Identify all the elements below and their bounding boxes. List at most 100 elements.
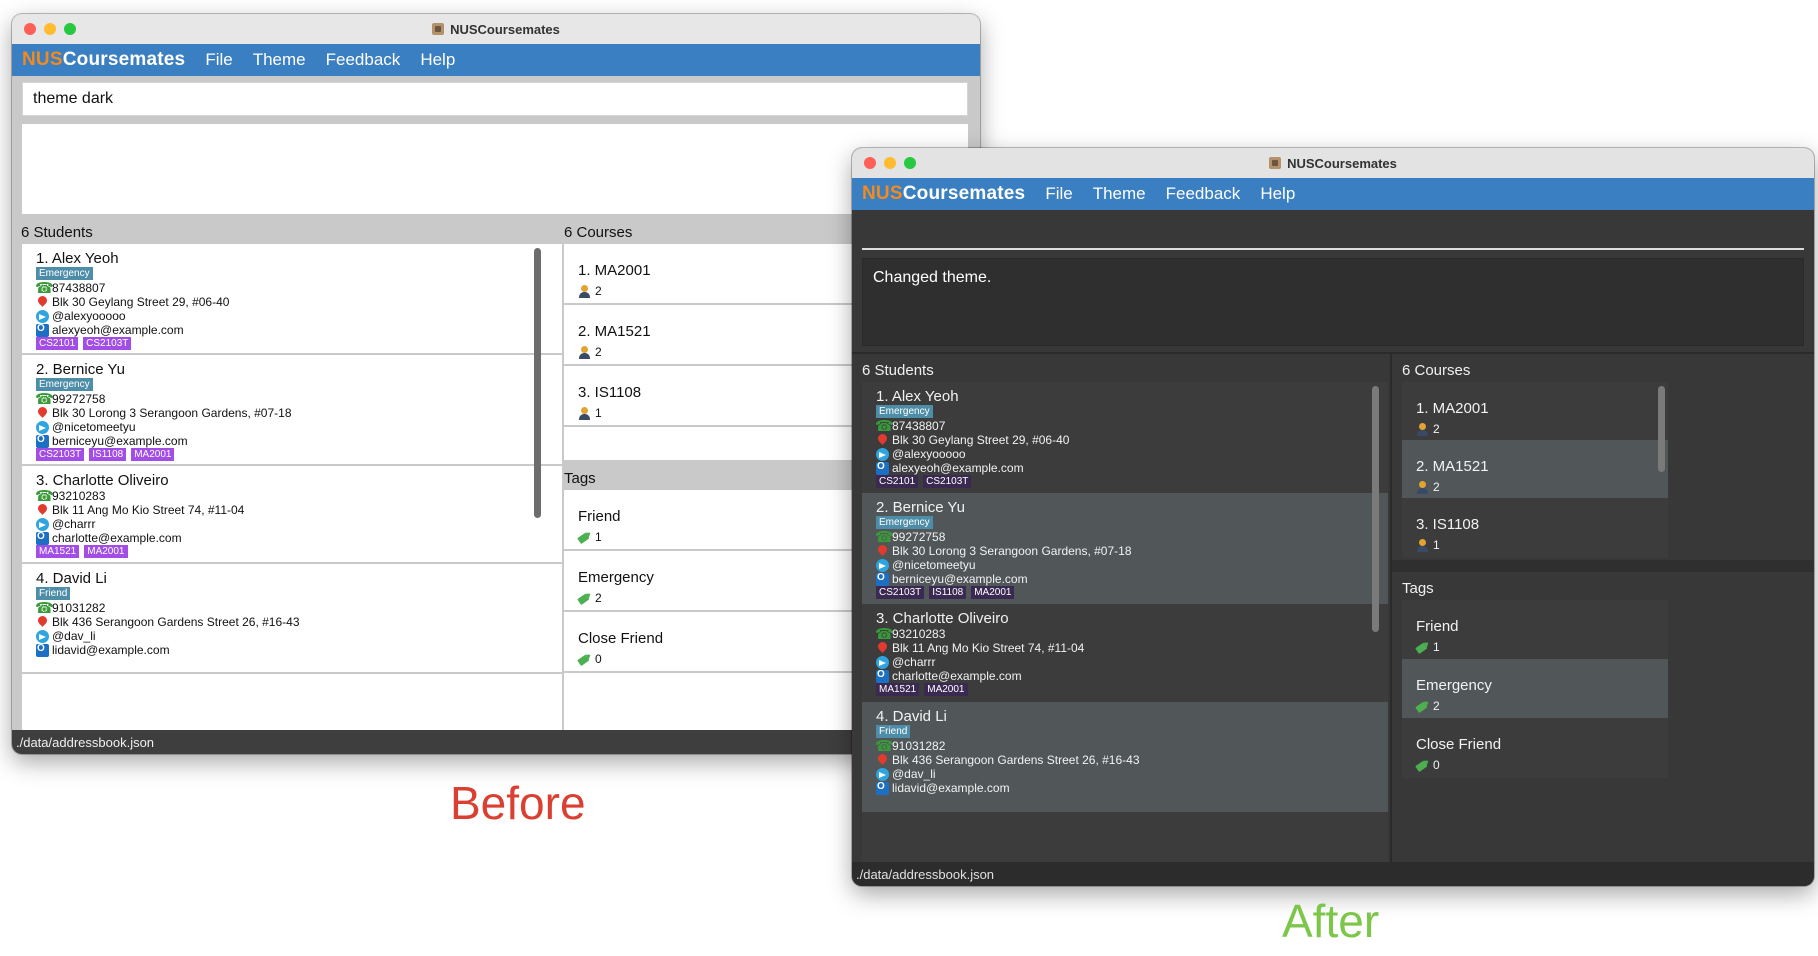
student-address: Blk 30 Lorong 3 Serangoon Gardens, #07-1… xyxy=(52,406,292,420)
student-email-row: charlotte@example.com xyxy=(36,531,182,545)
students-count-label: 6 Students xyxy=(21,224,93,241)
student-email: alexyeoh@example.com xyxy=(892,461,1024,475)
command-input[interactable] xyxy=(862,216,1804,250)
tag-icon xyxy=(575,528,593,546)
menu-theme[interactable]: Theme xyxy=(1083,184,1156,204)
zoom-window-button[interactable] xyxy=(64,23,76,35)
student-card[interactable]: 4. David LiFriend91031282Blk 436 Serango… xyxy=(862,702,1388,812)
email-icon xyxy=(36,531,49,545)
student-card[interactable]: 4. David LiFriend91031282Blk 436 Serango… xyxy=(22,564,562,674)
dark-theme-window: NUSCoursemates NUSCoursemates File Theme… xyxy=(852,148,1814,886)
student-list[interactable]: 1. Alex YeohEmergency87438807Blk 30 Geyl… xyxy=(22,244,562,744)
student-address-row: Blk 30 Geylang Street 29, #06-40 xyxy=(876,433,1069,447)
student-card[interactable]: 3. Charlotte Oliveiro93210283Blk 11 Ang … xyxy=(22,466,562,564)
tag-icon xyxy=(1413,638,1431,656)
tags-label: Tags xyxy=(1402,580,1434,597)
menu-theme[interactable]: Theme xyxy=(243,50,316,70)
close-window-button[interactable] xyxy=(864,157,876,169)
student-card[interactable]: 3. Charlotte Oliveiro93210283Blk 11 Ang … xyxy=(862,604,1388,702)
menu-feedback[interactable]: Feedback xyxy=(316,50,411,70)
telegram-icon xyxy=(876,655,889,669)
close-window-button[interactable] xyxy=(24,23,36,35)
menu-help[interactable]: Help xyxy=(410,50,465,70)
location-pin-icon xyxy=(36,616,49,629)
window-title: NUSCoursemates xyxy=(1287,155,1397,171)
minimize-window-button[interactable] xyxy=(44,23,56,35)
location-pin-icon xyxy=(36,504,49,517)
student-address-row: Blk 436 Serangoon Gardens Street 26, #16… xyxy=(36,615,300,629)
student-card[interactable]: 1. Alex YeohEmergency87438807Blk 30 Geyl… xyxy=(862,382,1388,493)
courses-count-label: 6 Courses xyxy=(1402,362,1471,379)
tag-icon xyxy=(575,589,593,607)
tag-name: Close Friend xyxy=(1416,736,1502,753)
student-card[interactable]: 1. Alex YeohEmergency87438807Blk 30 Geyl… xyxy=(22,244,562,355)
courses-count-label: 6 Courses xyxy=(564,224,633,241)
student-phone-row: 93210283 xyxy=(875,625,945,643)
location-pin-icon xyxy=(36,296,49,309)
tag-name: Friend xyxy=(1416,618,1459,635)
telegram-icon xyxy=(876,558,889,572)
menu-help[interactable]: Help xyxy=(1250,184,1305,204)
course-count: 2 xyxy=(1433,480,1440,494)
tag-list[interactable]: Friend 1 Emergency 2 Close Friend 0 xyxy=(1402,600,1668,778)
tag-card[interactable]: Emergency 2 xyxy=(1402,659,1668,718)
email-icon xyxy=(36,323,49,337)
minimize-window-button[interactable] xyxy=(884,157,896,169)
course-name: 2. MA1521 xyxy=(1416,458,1489,475)
status-bar: ./data/addressbook.json xyxy=(852,862,1814,886)
student-list-scrollbar[interactable] xyxy=(1372,386,1379,632)
student-phone-row: 99272758 xyxy=(35,390,105,408)
title-bar: NUSCoursemates xyxy=(852,148,1814,178)
tag-count: 2 xyxy=(1433,699,1440,713)
course-name: 1. MA2001 xyxy=(1416,400,1489,417)
course-count-row: 1 xyxy=(578,406,602,420)
student-phone-row: 91031282 xyxy=(35,599,105,617)
student-telegram: @charrr xyxy=(52,517,96,531)
course-card[interactable]: 1. MA2001 2 xyxy=(1402,382,1668,440)
course-name: 1. MA2001 xyxy=(578,262,651,279)
student-email: charlotte@example.com xyxy=(52,531,182,545)
student-list[interactable]: 1. Alex YeohEmergency87438807Blk 30 Geyl… xyxy=(862,382,1388,864)
student-telegram: @nicetomeetyu xyxy=(52,420,136,434)
menu-file[interactable]: File xyxy=(195,50,242,70)
student-address-row: Blk 30 Geylang Street 29, #06-40 xyxy=(36,295,229,309)
student-telegram-row: @alexyooooo xyxy=(876,447,966,461)
course-card[interactable]: 3. IS1108 1 xyxy=(1402,498,1668,556)
tag-count-row: 2 xyxy=(1416,699,1440,713)
student-address: Blk 30 Lorong 3 Serangoon Gardens, #07-1… xyxy=(892,544,1132,558)
student-user-icon xyxy=(1416,480,1429,494)
tag-card[interactable]: Friend 1 xyxy=(1402,600,1668,659)
student-list-scrollbar[interactable] xyxy=(534,248,541,518)
student-telegram-row: @charrr xyxy=(36,517,96,531)
course-count: 1 xyxy=(595,406,602,420)
tag-name: Emergency xyxy=(1416,677,1492,694)
tag-count-row: 1 xyxy=(1416,640,1440,654)
student-user-icon xyxy=(578,345,591,359)
course-tag: CS2103T xyxy=(923,475,972,488)
student-card[interactable]: 2. Bernice YuEmergency99272758Blk 30 Lor… xyxy=(22,355,562,466)
student-course-tags: CS2101 CS2103T xyxy=(876,475,972,488)
student-email: lidavid@example.com xyxy=(52,643,170,657)
student-address-row: Blk 30 Lorong 3 Serangoon Gardens, #07-1… xyxy=(876,544,1132,558)
course-list-scrollbar[interactable] xyxy=(1658,386,1665,472)
course-tag: MA1521 xyxy=(876,683,920,696)
student-name: 4. David Li xyxy=(36,570,107,587)
student-address-row: Blk 11 Ang Mo Kio Street 74, #11-04 xyxy=(36,503,244,517)
student-address: Blk 436 Serangoon Gardens Street 26, #16… xyxy=(892,753,1140,767)
menu-feedback[interactable]: Feedback xyxy=(1156,184,1251,204)
tag-count: 1 xyxy=(595,530,602,544)
tag-icon xyxy=(1413,756,1431,774)
tag-card[interactable]: Close Friend 0 xyxy=(1402,718,1668,777)
command-input[interactable]: theme dark xyxy=(22,82,968,116)
phone-icon xyxy=(35,390,54,408)
student-user-icon xyxy=(578,284,591,298)
zoom-window-button[interactable] xyxy=(904,157,916,169)
student-email-row: lidavid@example.com xyxy=(876,781,1010,795)
course-count-row: 1 xyxy=(1416,538,1440,552)
course-card[interactable]: 2. MA1521 2 xyxy=(1402,440,1668,498)
result-display xyxy=(22,124,968,214)
menu-file[interactable]: File xyxy=(1035,184,1082,204)
course-list[interactable]: 1. MA2001 2 2. MA1521 2 3. IS1108 1 xyxy=(1402,382,1668,558)
tags-label: Tags xyxy=(564,470,596,487)
student-card[interactable]: 2. Bernice YuEmergency99272758Blk 30 Lor… xyxy=(862,493,1388,604)
